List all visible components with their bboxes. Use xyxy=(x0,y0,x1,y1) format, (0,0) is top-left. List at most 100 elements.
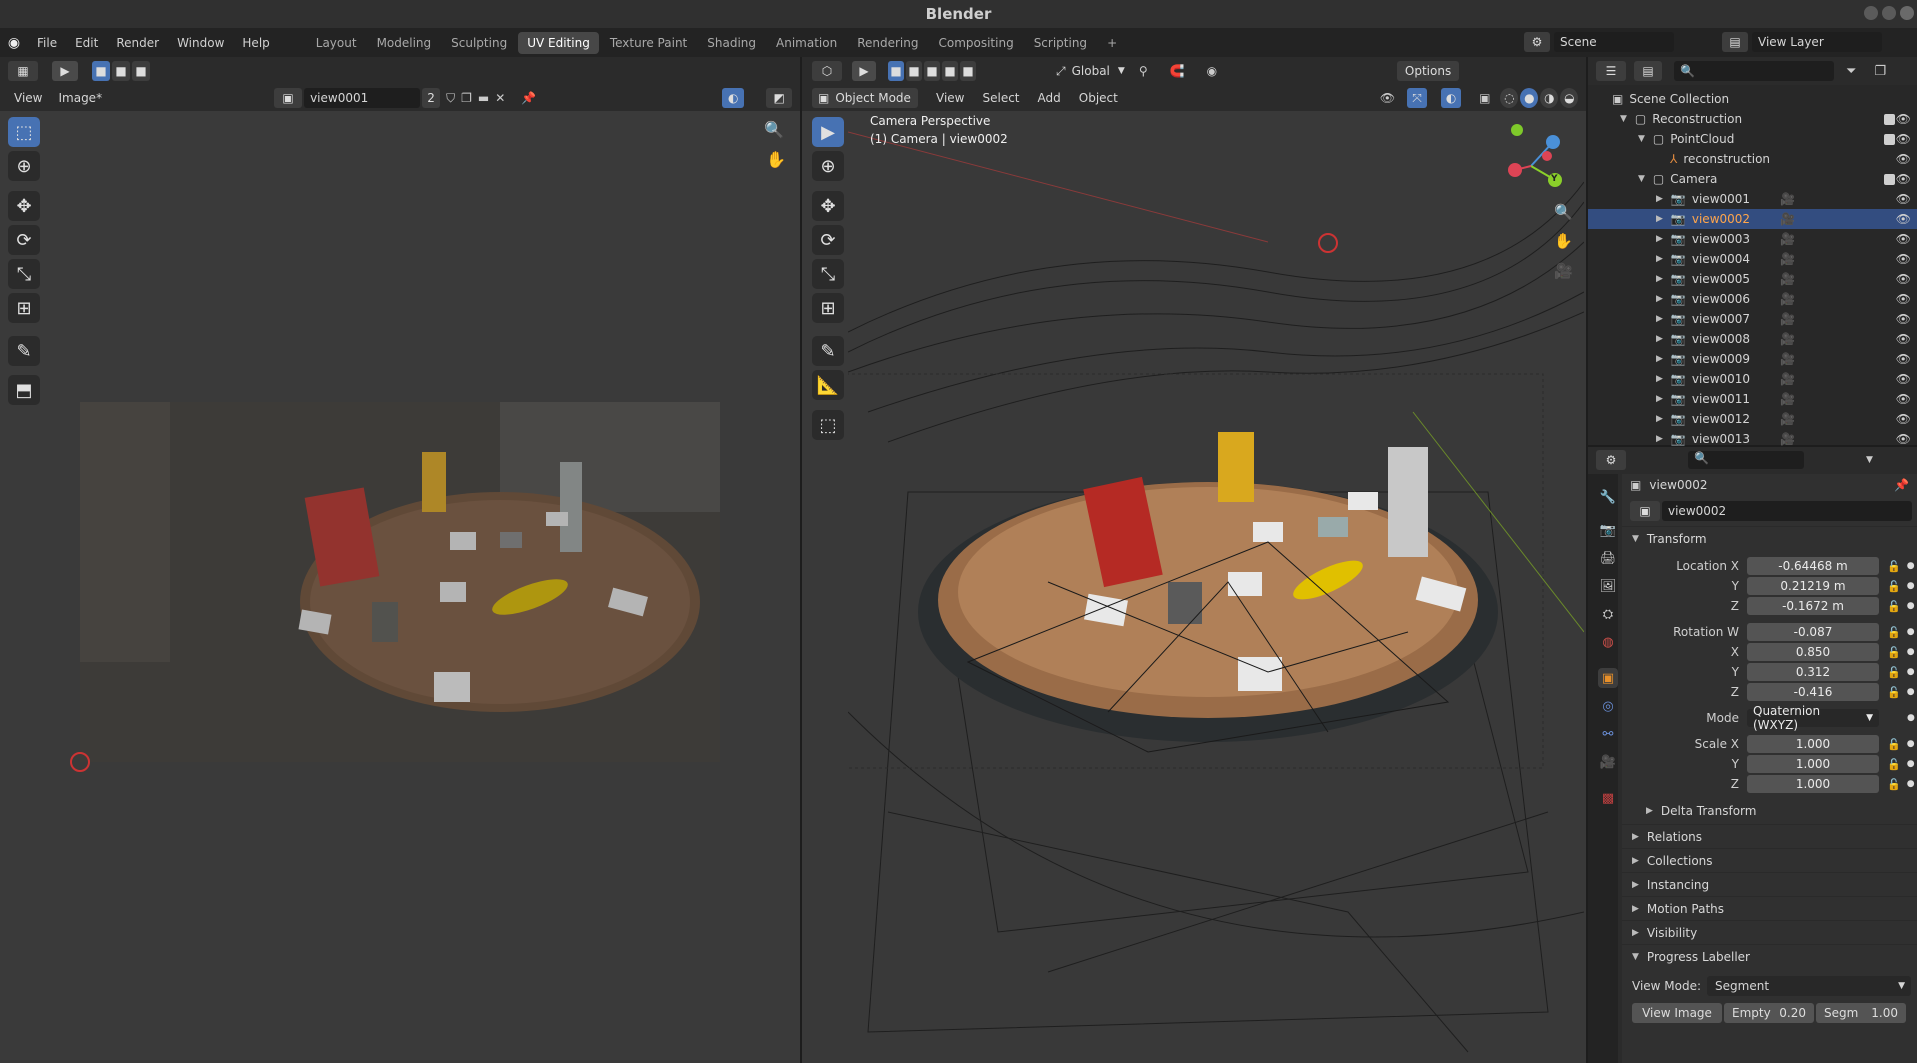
keyframe-dot-icon[interactable]: ● xyxy=(1907,687,1915,697)
camera-data-icon[interactable]: 🎥 xyxy=(1780,352,1795,366)
selection-set-icon[interactable]: ■ xyxy=(92,61,110,81)
outliner-row-camera-view[interactable]: ▶ 📷 view0008 🎥 👁 xyxy=(1588,329,1917,349)
keyframe-dot-icon[interactable]: ● xyxy=(1907,739,1915,749)
vp-rotate-tool-icon[interactable]: ⟳ xyxy=(812,225,844,255)
vp-move-tool-icon[interactable]: ✥ xyxy=(812,191,844,221)
location-y-field[interactable]: 0.21219 m xyxy=(1747,577,1879,595)
camera-data-icon[interactable]: 🎥 xyxy=(1780,212,1795,226)
keyframe-dot-icon[interactable]: ● xyxy=(1907,581,1915,591)
menu-render[interactable]: Render xyxy=(107,36,168,50)
expand-icon[interactable]: ▶ xyxy=(1656,294,1663,304)
image-browse-icon[interactable]: ▣ xyxy=(274,88,303,108)
camera-data-icon[interactable]: 🎥 xyxy=(1780,392,1795,406)
viewport-menu-object[interactable]: Object xyxy=(1079,91,1118,105)
eye-icon[interactable]: 👁 xyxy=(1896,172,1911,186)
wireframe-shading-icon[interactable]: ◌ xyxy=(1500,88,1519,108)
expand-icon[interactable]: ▶ xyxy=(1656,374,1663,384)
view-mode-dropdown[interactable]: Segment ▼ xyxy=(1707,976,1912,996)
expand-icon[interactable]: ▼ xyxy=(1638,134,1645,144)
menu-help[interactable]: Help xyxy=(233,36,278,50)
vp-transform-tool-icon[interactable]: ⊞ xyxy=(812,293,844,323)
viewport-sel-set-icon[interactable]: ■ xyxy=(888,61,904,81)
outliner-row-camera-view[interactable]: ▶ 📷 view0004 🎥 👁 xyxy=(1588,249,1917,269)
navigation-gizmo[interactable]: Y xyxy=(1505,120,1565,190)
menu-edit[interactable]: Edit xyxy=(66,36,107,50)
tab-rendering[interactable]: Rendering xyxy=(848,32,927,54)
eye-icon[interactable]: 👁 xyxy=(1896,332,1911,346)
eye-icon[interactable]: 👁 xyxy=(1896,252,1911,266)
eye-icon[interactable]: 👁 xyxy=(1896,432,1911,446)
viewport-sel-intersect-icon[interactable]: ■ xyxy=(960,61,976,81)
editor-type-icon[interactable]: ▦ xyxy=(8,61,38,81)
vp-annotate-tool-icon[interactable]: ✎ xyxy=(812,336,844,366)
selection-subtract-icon[interactable]: ■ xyxy=(132,61,150,81)
lock-icon[interactable]: 🔓 xyxy=(1887,626,1901,639)
keyframe-dot-icon[interactable]: ● xyxy=(1907,601,1915,611)
view-image-button[interactable]: View Image xyxy=(1632,1003,1722,1023)
outliner-row-camera-view[interactable]: ▶ 📷 view0005 🎥 👁 xyxy=(1588,269,1917,289)
expand-icon[interactable]: ▶ xyxy=(1656,334,1663,344)
expand-icon[interactable]: ▶ xyxy=(1656,434,1663,444)
relations-panel-header[interactable]: ▶ Relations xyxy=(1622,824,1917,848)
lock-icon[interactable]: 🔓 xyxy=(1887,560,1901,573)
lock-icon[interactable]: 🔓 xyxy=(1887,758,1901,771)
object-name-field[interactable]: view0002 xyxy=(1662,501,1912,521)
material-shading-icon[interactable]: ◑ xyxy=(1540,88,1559,108)
outliner-row-camera[interactable]: ▼ ▢ Camera 👁 xyxy=(1588,169,1917,189)
tool-tab-icon[interactable]: 🔧 xyxy=(1598,487,1618,507)
location-z-field[interactable]: -0.1672 m xyxy=(1747,597,1879,615)
viewport-sel-extend-icon[interactable]: ■ xyxy=(906,61,922,81)
instancing-panel-header[interactable]: ▶ Instancing xyxy=(1622,872,1917,896)
delta-transform-subpanel[interactable]: ▶ Delta Transform xyxy=(1622,798,1917,824)
eye-icon[interactable]: 👁 xyxy=(1896,312,1911,326)
properties-search-input[interactable]: 🔍 xyxy=(1688,451,1804,469)
eye-icon[interactable]: 👁 xyxy=(1896,232,1911,246)
camera-data-icon[interactable]: 🎥 xyxy=(1780,232,1795,246)
outliner-row-camera-view[interactable]: ▶ 📷 view0012 🎥 👁 xyxy=(1588,409,1917,429)
location-x-field[interactable]: -0.64468 m xyxy=(1747,557,1879,575)
camera-data-icon[interactable]: 🎥 xyxy=(1780,372,1795,386)
render-tab-icon[interactable]: 📷 xyxy=(1598,520,1618,540)
rotation-w-field[interactable]: -0.087 xyxy=(1747,623,1879,641)
vp-camera-view-icon[interactable]: 🎥 xyxy=(1554,262,1573,280)
eye-icon[interactable]: 👁 xyxy=(1896,152,1911,166)
tab-shading[interactable]: Shading xyxy=(698,32,765,54)
close-button[interactable] xyxy=(1900,6,1914,20)
outliner-row-camera-view[interactable]: ▶ 📷 view0007 🎥 👁 xyxy=(1588,309,1917,329)
pan-hand-icon[interactable]: ✋ xyxy=(766,150,786,169)
exclude-checkbox[interactable] xyxy=(1884,113,1895,125)
vp-zoom-icon[interactable]: 🔍 xyxy=(1554,203,1573,221)
unlink-image-icon[interactable]: ✕ xyxy=(495,91,505,105)
camera-data-icon[interactable]: 🎥 xyxy=(1780,412,1795,426)
outliner-row-scene-collection[interactable]: ▣ Scene Collection xyxy=(1588,89,1917,109)
eye-icon[interactable]: 👁 xyxy=(1896,412,1911,426)
menu-file[interactable]: File xyxy=(28,36,66,50)
expand-icon[interactable]: ▼ xyxy=(1620,114,1627,124)
lock-icon[interactable]: 🔓 xyxy=(1887,686,1901,699)
image-name-field[interactable]: view0001 xyxy=(304,88,421,108)
motion-paths-panel-header[interactable]: ▶ Motion Paths xyxy=(1622,896,1917,920)
transform-panel-header[interactable]: ▼ Transform xyxy=(1622,526,1917,550)
filter-icon[interactable]: ⏷ xyxy=(1846,64,1856,79)
keyframe-dot-icon[interactable]: ● xyxy=(1907,667,1915,677)
rotation-mode-dropdown[interactable]: Quaternion (WXYZ) ▼ xyxy=(1747,704,1879,732)
camera-data-icon[interactable]: 🎥 xyxy=(1780,272,1795,286)
rendered-shading-icon[interactable]: ◒ xyxy=(1560,88,1579,108)
transform-tool-icon[interactable]: ⊞ xyxy=(8,293,40,323)
duplicate-image-icon[interactable]: ❐ xyxy=(461,91,472,105)
viewport-menu-add[interactable]: Add xyxy=(1038,91,1061,105)
uv-image-canvas[interactable] xyxy=(80,402,720,762)
lock-icon[interactable]: 🔓 xyxy=(1887,778,1901,791)
object-browse-icon[interactable]: ▣ xyxy=(1630,501,1660,521)
expand-icon[interactable]: ▶ xyxy=(1656,214,1663,224)
vp-add-cube-tool-icon[interactable]: ⬚ xyxy=(812,410,844,440)
move-tool-icon[interactable]: ✥ xyxy=(8,191,40,221)
fake-user-icon[interactable]: ⛉ xyxy=(446,91,455,106)
outliner-row-camera-view[interactable]: ▶ 📷 view0003 🎥 👁 xyxy=(1588,229,1917,249)
properties-editor-type-icon[interactable]: ⚙ xyxy=(1596,450,1626,470)
view-layer-selector[interactable]: ▤ View Layer xyxy=(1722,32,1912,52)
tab-modeling[interactable]: Modeling xyxy=(368,32,441,54)
scale-tool-icon[interactable]: ⤡ xyxy=(8,259,40,289)
viewport-sel-invert-icon[interactable]: ■ xyxy=(942,61,958,81)
orientation-dropdown[interactable]: ⤢ Global ▼ xyxy=(1056,64,1125,79)
